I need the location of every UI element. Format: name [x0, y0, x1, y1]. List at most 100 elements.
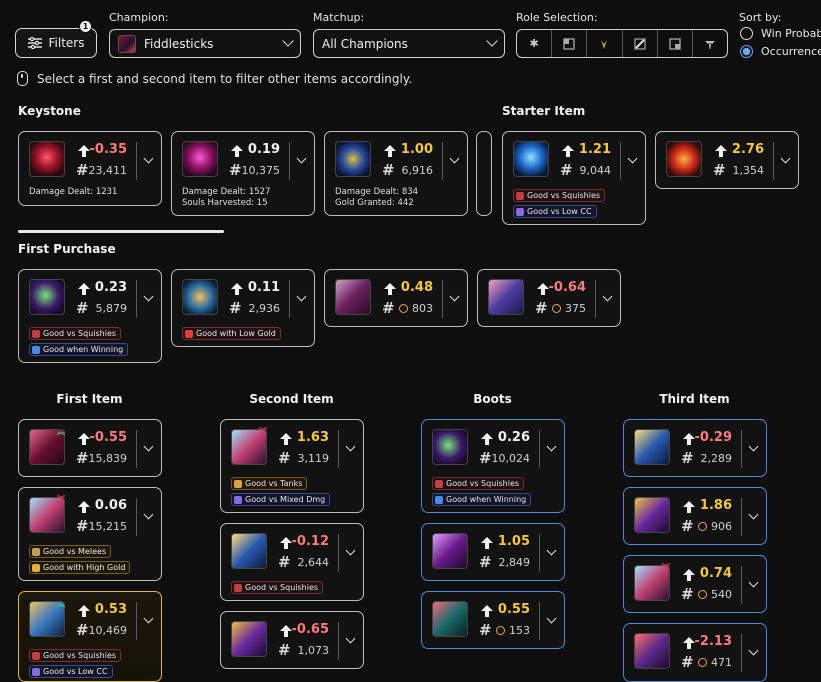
hash-icon: # [713, 161, 726, 179]
first-purchase-card[interactable]: #0.23 5,879 Good vs Squishies Good when Win… [18, 269, 162, 363]
chevron-down-icon[interactable] [345, 441, 356, 452]
chevron-down-icon[interactable] [143, 613, 154, 624]
divider [620, 142, 621, 180]
arrow-up-icon [279, 432, 293, 446]
third-item-card[interactable]: #1.86 906 [623, 487, 767, 545]
first-purchase-card[interactable]: #0.11 2,936 Good with Low Gold [171, 269, 315, 347]
chevron-down-icon[interactable] [748, 645, 759, 656]
count-value: 3,119 [297, 452, 330, 465]
keystone-card-partial[interactable] [476, 131, 492, 216]
chevron-down-icon [486, 35, 498, 47]
champion-label: Champion: [109, 11, 169, 24]
role-selection-label: Role Selection: [516, 11, 598, 24]
chevron-down-icon[interactable] [345, 545, 356, 556]
occurrence-count: 906 [698, 520, 732, 533]
tag-label: Good vs Squishies [245, 583, 319, 592]
chevron-down-icon[interactable] [627, 153, 638, 164]
chevron-down-icon [282, 35, 294, 47]
stat-line: Damage Dealt: 1231 [29, 187, 118, 197]
first-item-card[interactable]: ︾ #0.06 15,215 Good vs Melees Good with High… [18, 487, 162, 581]
win-delta-value: 2.76 [731, 142, 764, 157]
first-item-card[interactable]: ︽ # -0.55 15,839 [18, 419, 162, 477]
sort-option-win-probability[interactable]: Win Probability [740, 27, 821, 40]
tag-label: Good with High Gold [43, 563, 126, 572]
first-purchase-card[interactable]: #0.48 803 [324, 269, 468, 327]
chevron-down-icon[interactable] [780, 153, 791, 164]
hash-icon: # [76, 621, 89, 639]
occurrence-count: 375 [552, 302, 586, 315]
trend-up-icon: ︽ [57, 427, 65, 436]
occurrence-count: 3,119 [298, 452, 330, 465]
role-selector[interactable]: ✱ [516, 29, 728, 58]
chevron-down-icon[interactable] [748, 577, 759, 588]
chevron-down-icon[interactable] [546, 545, 557, 556]
chevron-down-icon[interactable] [546, 613, 557, 624]
arrow-up-icon [77, 500, 91, 514]
second-item-card[interactable]: # -0.65 1,073 [220, 611, 364, 669]
chevron-down-icon[interactable] [296, 153, 307, 164]
starter-card[interactable]: #1.21 9,044 Good vs Squishies Good vs Low C… [502, 131, 646, 225]
hash-icon: # [681, 585, 694, 603]
win-delta-value: 1.00 [400, 142, 433, 157]
count-value: 2,936 [248, 302, 281, 315]
champion-select[interactable]: Fiddlesticks [109, 29, 301, 58]
divider [289, 142, 290, 180]
second-item-card[interactable]: # -0.12 2,644 Good vs Squishies [220, 523, 364, 601]
item-icon [432, 533, 468, 569]
win-delta-value: 0.74 [699, 566, 732, 581]
chevron-down-icon[interactable] [449, 153, 460, 164]
boots-card[interactable]: #0.55 153 [421, 591, 565, 649]
arrow-up-icon [561, 144, 575, 158]
keystone-card[interactable]: # -0.35 23,411 Damage Dealt: 1231 [18, 131, 162, 206]
chevron-down-icon[interactable] [143, 509, 154, 520]
radio-selected-icon[interactable] [740, 45, 753, 58]
third-item-card[interactable]: # -0.29 2,289 [623, 419, 767, 477]
arrow-up-icon [682, 500, 696, 514]
chevron-down-icon[interactable] [748, 509, 759, 520]
count-value: 5,879 [95, 302, 128, 315]
keystone-card[interactable]: #0.19 10,375 Damage Dealt: 1527 Souls Harve… [171, 131, 315, 216]
mid-icon[interactable] [623, 30, 658, 57]
boots-card[interactable]: #0.26 10,024 Good vs Squishies Good when Wi… [421, 419, 565, 513]
hash-icon: # [560, 161, 573, 179]
arrow-up-icon [480, 432, 494, 446]
support-icon[interactable] [693, 30, 727, 57]
third-item-card[interactable]: # -2.13 471 [623, 623, 767, 682]
item-tag: Good vs Low CC [29, 665, 113, 678]
jungle-icon[interactable] [587, 30, 623, 57]
tag-icon [516, 207, 524, 216]
stat-line: Damage Dealt: 834 [335, 187, 419, 197]
bot-icon[interactable] [658, 30, 693, 57]
hash-icon: # [479, 621, 492, 639]
chevron-down-icon[interactable] [748, 441, 759, 452]
chevron-down-icon[interactable] [449, 291, 460, 302]
sort-option-occurrence[interactable]: Occurrence [740, 45, 821, 58]
scroll-indicator[interactable] [18, 230, 224, 233]
first-purchase-card[interactable]: # -0.64 375 [477, 269, 621, 327]
divider [136, 498, 137, 536]
chevron-down-icon[interactable] [296, 291, 307, 302]
item-tag: Good when Winning [432, 493, 532, 506]
all-roles-icon[interactable]: ✱ [517, 30, 553, 57]
count-value: 15,215 [88, 520, 128, 533]
chevron-down-icon[interactable] [143, 153, 154, 164]
first-item-card[interactable]: ︽ #0.53 10,469 Good vs Squishies Good vs Low… [18, 591, 162, 682]
clock-icon [552, 304, 561, 313]
chevron-down-icon[interactable] [143, 291, 154, 302]
chevron-down-icon[interactable] [143, 441, 154, 452]
top-icon[interactable] [552, 30, 588, 57]
matchup-select[interactable]: All Champions [313, 29, 505, 58]
chevron-down-icon[interactable] [345, 633, 356, 644]
occurrence-count: 2,936 [249, 302, 281, 315]
second-item-card[interactable]: ︾ #1.63 3,119 Good vs Tanks Good vs Mixed Dm… [220, 419, 364, 513]
starter-card[interactable]: #2.76 1,354 [655, 131, 799, 189]
chevron-down-icon[interactable] [546, 441, 557, 452]
chevron-down-icon[interactable] [602, 291, 613, 302]
keystone-card[interactable]: #1.00 6,916 Damage Dealt: 834 Gold Granted:… [324, 131, 468, 216]
win-delta-value: 0.11 [247, 280, 280, 295]
radio-icon[interactable] [740, 27, 753, 40]
occurrence-count: 10,024 [492, 452, 531, 465]
divider [539, 430, 540, 468]
third-item-card[interactable]: ︾ #0.74 540 [623, 555, 767, 613]
boots-card[interactable]: #1.05 2,849 [421, 523, 565, 581]
